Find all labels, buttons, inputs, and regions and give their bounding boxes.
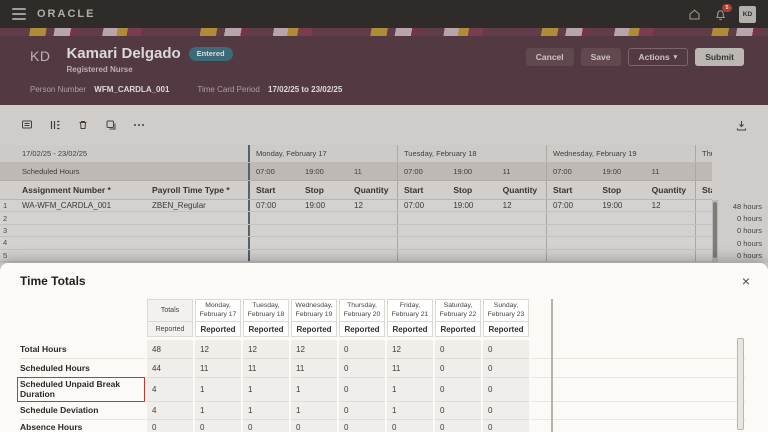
time-totals-table: TotalsMonday, February 17Tuesday, Februa… <box>20 299 746 432</box>
highlight-annotation-box: Scheduled Unpaid Break Duration <box>17 377 145 402</box>
total-value-cell: 0 <box>483 340 529 359</box>
total-value-cell: 0 <box>339 359 385 378</box>
total-value-cell: 48 <box>147 340 193 359</box>
screen: ORACLE 5 KD KD Kamari Delgado Entered <box>0 0 768 432</box>
day-reported-header: Reported <box>243 322 289 337</box>
total-value-cell: 0 <box>195 420 241 432</box>
day-reported-header: Reported <box>483 322 529 337</box>
total-value-cell: 0 <box>339 402 385 420</box>
day-reported-header: Reported <box>291 322 337 337</box>
total-value-cell: 12 <box>291 340 337 359</box>
total-row-label: Scheduled Unpaid Break Duration <box>20 378 145 402</box>
close-icon[interactable]: × <box>738 274 754 288</box>
total-value-cell: 12 <box>195 340 241 359</box>
label-column-spacer <box>20 322 145 337</box>
total-value-cell: 4 <box>147 378 193 402</box>
total-value-cell: 0 <box>291 420 337 432</box>
total-row-label: Schedule Deviation <box>20 402 145 420</box>
totals-day-header: Monday, February 17 <box>195 299 241 322</box>
total-value-cell: 12 <box>387 340 433 359</box>
total-row-label: Absence Hours <box>20 420 145 432</box>
total-value-cell: 0 <box>435 340 481 359</box>
row-filler <box>531 340 746 359</box>
modal-title: Time Totals <box>20 274 738 288</box>
total-value-cell: 0 <box>147 420 193 432</box>
totals-day-header: Tuesday, February 18 <box>243 299 289 322</box>
total-value-cell: 0 <box>243 420 289 432</box>
total-value-cell: 1 <box>387 402 433 420</box>
header-filler <box>531 322 746 337</box>
total-value-cell: 0 <box>483 359 529 378</box>
total-value-cell: 0 <box>483 420 529 432</box>
day-reported-header: Reported <box>195 322 241 337</box>
totals-reported-header: Reported <box>147 322 193 337</box>
total-value-cell: 1 <box>195 402 241 420</box>
total-value-cell: 0 <box>339 340 385 359</box>
total-value-cell: 0 <box>435 420 481 432</box>
totals-day-header: Wednesday, February 19 <box>291 299 337 322</box>
modal-scrollbar[interactable] <box>737 338 744 430</box>
total-value-cell: 11 <box>291 359 337 378</box>
total-value-cell: 0 <box>387 420 433 432</box>
header-filler <box>531 299 746 322</box>
total-value-cell: 11 <box>387 359 433 378</box>
totals-day-header: Thursday, February 20 <box>339 299 385 322</box>
time-totals-modal: Time Totals × TotalsMonday, February 17T… <box>0 263 768 432</box>
total-value-cell: 4 <box>147 402 193 420</box>
total-value-cell: 12 <box>243 340 289 359</box>
day-reported-header: Reported <box>339 322 385 337</box>
totals-column-header: Totals <box>147 299 193 322</box>
total-value-cell: 11 <box>243 359 289 378</box>
row-filler <box>531 359 746 378</box>
total-row-label: Scheduled Hours <box>20 359 145 378</box>
total-value-cell: 1 <box>291 378 337 402</box>
totals-day-header: Sunday, February 23 <box>483 299 529 322</box>
total-value-cell: 11 <box>195 359 241 378</box>
totals-day-header: Friday, February 21 <box>387 299 433 322</box>
total-value-cell: 0 <box>435 378 481 402</box>
total-value-cell: 1 <box>243 378 289 402</box>
total-value-cell: 0 <box>483 402 529 420</box>
total-value-cell: 0 <box>339 378 385 402</box>
total-value-cell: 1 <box>195 378 241 402</box>
total-value-cell: 1 <box>291 402 337 420</box>
total-value-cell: 0 <box>435 359 481 378</box>
total-value-cell: 0 <box>483 378 529 402</box>
total-value-cell: 44 <box>147 359 193 378</box>
totals-day-header: Saturday, February 22 <box>435 299 481 322</box>
total-value-cell: 1 <box>387 378 433 402</box>
day-reported-header: Reported <box>387 322 433 337</box>
row-filler <box>531 420 746 432</box>
total-value-cell: 0 <box>339 420 385 432</box>
row-filler <box>531 402 746 420</box>
total-value-cell: 0 <box>435 402 481 420</box>
total-row-label: Total Hours <box>20 340 145 359</box>
day-reported-header: Reported <box>435 322 481 337</box>
table-edge-divider <box>551 299 553 432</box>
row-filler <box>531 378 746 402</box>
label-column-spacer <box>20 299 145 322</box>
total-value-cell: 1 <box>243 402 289 420</box>
